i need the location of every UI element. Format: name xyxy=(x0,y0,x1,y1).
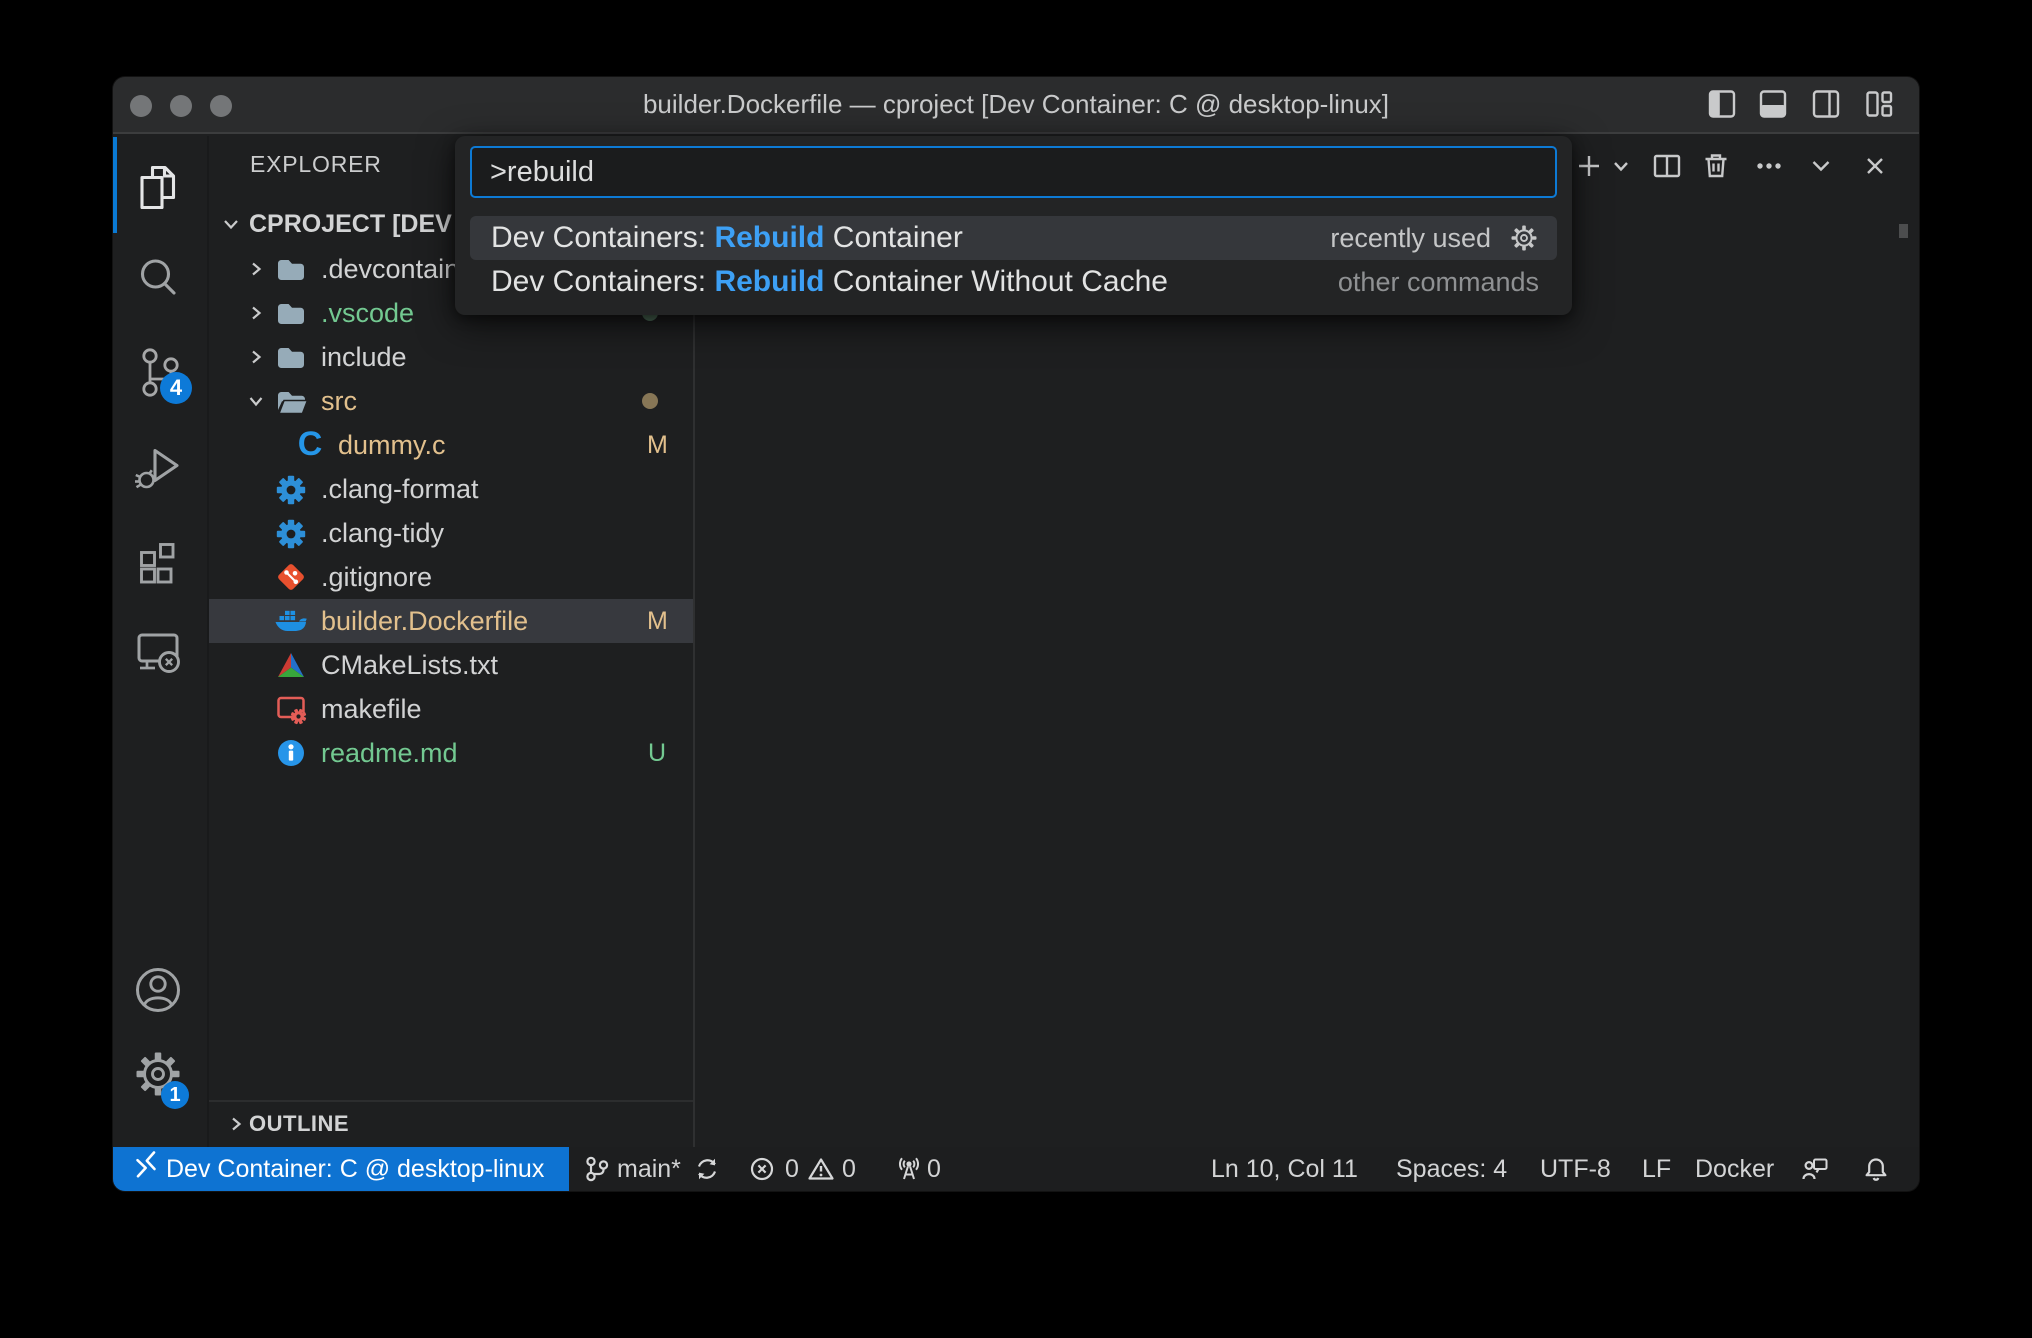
svg-text:C: C xyxy=(298,425,323,463)
